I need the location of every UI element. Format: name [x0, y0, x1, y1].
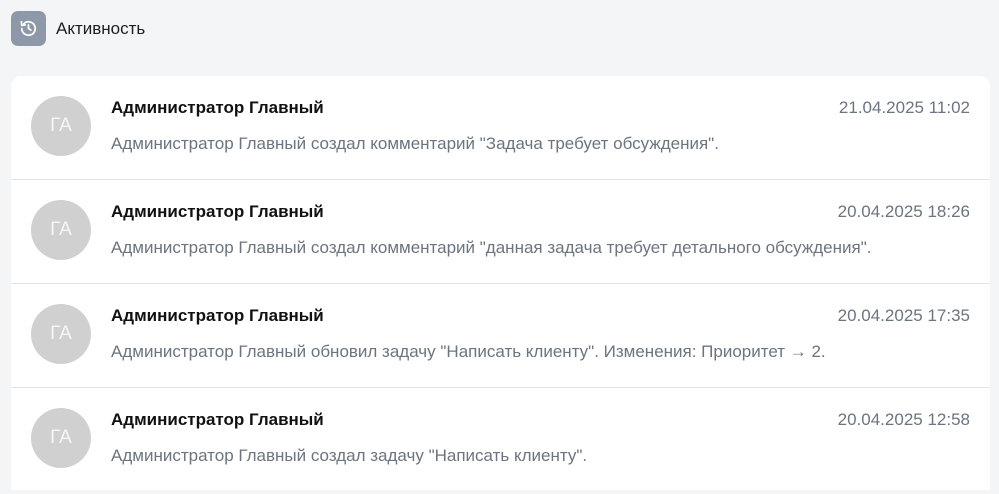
activity-header: Активность — [11, 11, 145, 46]
activity-description: Администратор Главный создал задачу "Нап… — [111, 446, 588, 465]
activity-timestamp: 20.04.2025 18:26 — [837, 202, 970, 221]
activity-author: Администратор Главный — [111, 410, 324, 429]
activity-author: Администратор Главный — [111, 306, 324, 325]
activity-author: Администратор Главный — [111, 202, 324, 221]
activity-item: ГА Администратор Главный 20.04.2025 17:3… — [11, 284, 990, 388]
activity-description: Администратор Главный обновил задачу "На… — [111, 342, 826, 361]
activity-timestamp: 20.04.2025 17:35 — [837, 306, 970, 325]
activity-timestamp: 21.04.2025 11:02 — [838, 98, 970, 117]
avatar: ГА — [31, 200, 91, 260]
activity-item: ГА Администратор Главный 20.04.2025 18:2… — [11, 180, 990, 284]
activity-list: ГА Администратор Главный 21.04.2025 11:0… — [11, 76, 990, 490]
history-icon — [11, 11, 46, 46]
activity-description: Администратор Главный создал комментарий… — [111, 134, 719, 153]
avatar: ГА — [31, 408, 91, 468]
activity-timestamp: 20.04.2025 12:58 — [837, 410, 970, 429]
activity-description: Администратор Главный создал комментарий… — [111, 238, 872, 257]
page-title: Активность — [56, 18, 146, 38]
avatar: ГА — [31, 304, 91, 364]
activity-item: ГА Администратор Главный 21.04.2025 11:0… — [11, 76, 990, 180]
activity-item: ГА Администратор Главный 20.04.2025 12:5… — [11, 388, 990, 490]
avatar: ГА — [31, 96, 91, 156]
activity-author: Администратор Главный — [111, 98, 324, 117]
